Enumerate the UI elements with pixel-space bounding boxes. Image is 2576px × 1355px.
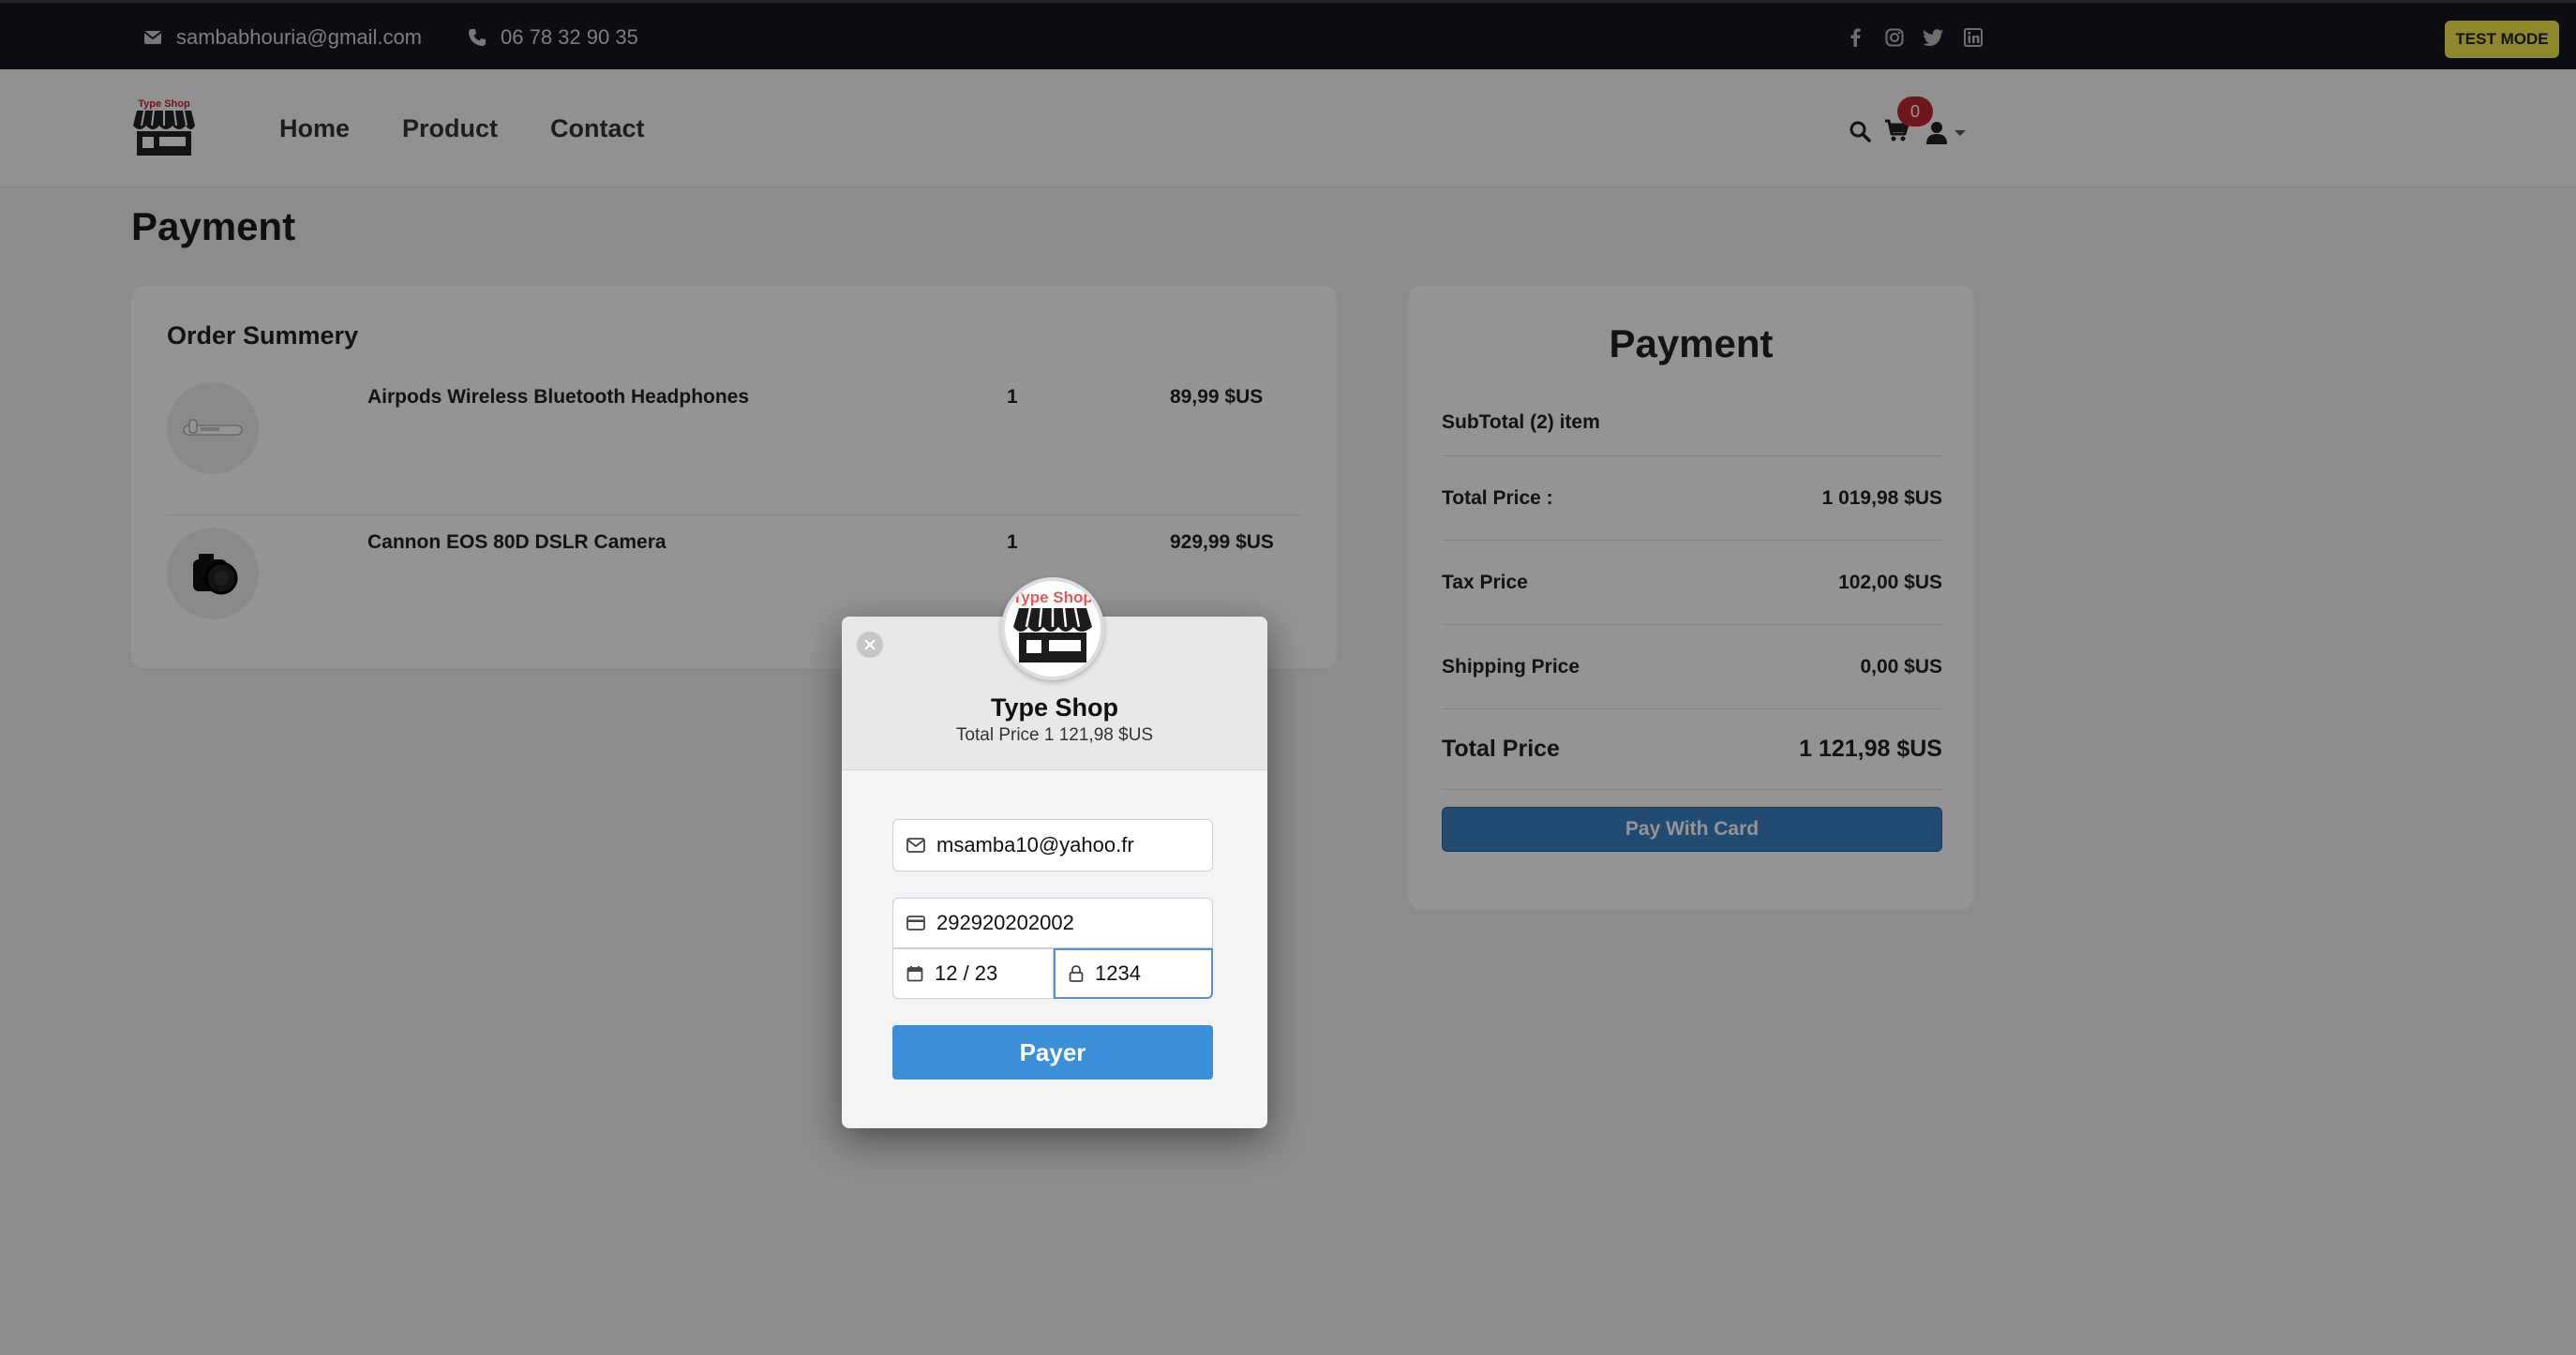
- payer-button[interactable]: Payer: [892, 1025, 1213, 1080]
- modal-shop-logo: Type Shop: [1001, 577, 1104, 680]
- lock-icon: [1069, 965, 1084, 982]
- card-number-value: 292920202002: [936, 911, 1074, 934]
- close-button[interactable]: [857, 632, 883, 658]
- modal-shop-name: Type Shop: [990, 693, 1118, 722]
- card-number-field[interactable]: 292920202002: [892, 898, 1213, 948]
- calendar-icon: [906, 966, 923, 982]
- cvc-field[interactable]: 1234: [1054, 948, 1213, 999]
- email-value: msamba10@yahoo.fr: [936, 833, 1134, 856]
- modal-backdrop[interactable]: [0, 0, 2576, 1355]
- expiry-field[interactable]: 12 / 23: [892, 948, 1054, 999]
- email-field[interactable]: msamba10@yahoo.fr: [892, 819, 1213, 871]
- modal-total-price: Total Price 1 121,98 $US: [955, 725, 1154, 745]
- cvc-value: 1234: [1095, 961, 1141, 985]
- checkout-modal: Type Shop Type Shop Total Price 1 121,98…: [842, 577, 1267, 1128]
- modal-header: Type Shop Type Shop Total Price 1 121,98…: [842, 577, 1267, 770]
- expiry-value: 12 / 23: [935, 961, 998, 985]
- close-icon: [864, 639, 876, 650]
- modal-logo-text: Type Shop: [1012, 588, 1093, 606]
- credit-card-icon: [906, 916, 925, 931]
- envelope-icon: [906, 838, 925, 853]
